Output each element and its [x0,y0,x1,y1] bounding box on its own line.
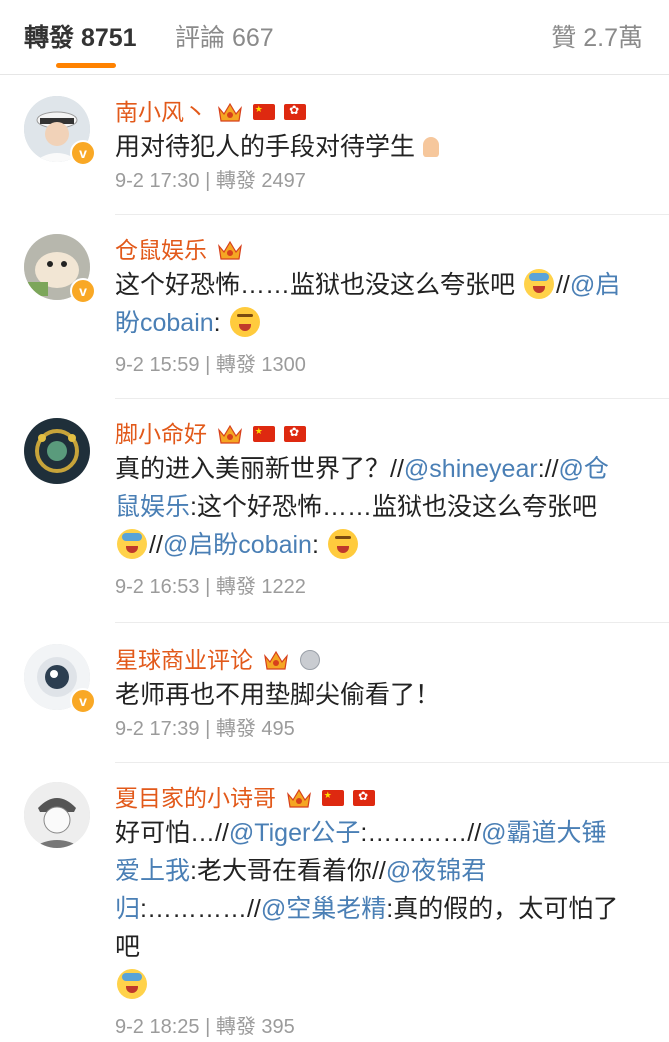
hongkong-flag-icon: ✿ [284,103,307,120]
sick-face-emoji-icon [523,269,554,299]
china-flag-icon: ★ [252,103,275,120]
vip-crown-icon [287,788,312,808]
comment-meta: 9-2 16:53 | 轉發 1222 [115,572,631,602]
divider [115,214,669,215]
comment-meta: 9-2 18:25 | 轉發 395 [115,1012,631,1042]
timestamp: 9-2 18:25 [115,1016,200,1038]
vip-crown-icon [218,424,243,444]
username[interactable]: 南小风丶 [115,99,207,125]
comment-meta: 9-2 15:59 | 轉發 1300 [115,350,631,380]
avatar-image [24,782,90,848]
comment-tabs: 轉發 8751 評論 667 贊 2.7萬 [0,0,669,75]
vip-crown-icon [264,650,289,670]
verified-badge: v [70,688,96,714]
username[interactable]: 夏目家的小诗哥 [115,785,276,811]
mention-link[interactable]: @启盼cobain [163,531,312,559]
mention-link[interactable]: @空巢老精 [261,895,386,923]
tab-repost[interactable]: 轉發 8751 [24,18,137,54]
tab-comment[interactable]: 評論 667 [175,18,274,54]
repost-count[interactable]: 轉發 1222 [216,576,306,598]
username[interactable]: 星球商业评论 [115,647,253,673]
avatar[interactable] [24,418,90,484]
angry-face-emoji-icon [229,307,260,337]
timestamp: 9-2 16:53 [115,576,200,598]
angry-face-emoji-icon [327,529,358,559]
repost-count[interactable]: 轉發 1300 [216,354,306,376]
hongkong-flag-icon: ✿ [284,425,307,442]
china-flag-icon: ★ [252,425,275,442]
username[interactable]: 仓鼠娱乐 [115,237,207,263]
comment-text: 老师再也不用垫脚尖偷看了！ [115,681,441,709]
pray-emoji-icon [417,131,445,161]
divider [115,398,669,399]
mention-link[interactable]: @shineyear [404,455,538,483]
mention-link[interactable]: @Tiger公子 [229,819,360,847]
hongkong-flag-icon: ✿ [353,789,376,806]
timestamp: 9-2 15:59 [115,354,200,376]
timestamp: 9-2 17:30 [115,170,200,192]
meta-separator: | [205,354,211,376]
timestamp: 9-2 17:39 [115,718,200,740]
avatar[interactable] [24,782,90,848]
active-tab-indicator [56,63,116,68]
comment-text: 这个好恐怖……监狱也没这么夸张吧 [115,271,516,299]
avatar-image [24,418,90,484]
username[interactable]: 脚小命好 [115,421,207,447]
meta-separator: | [205,170,211,192]
meta-separator: | [205,718,211,740]
repost-count[interactable]: 轉發 2497 [216,170,306,192]
verified-badge: v [70,140,96,166]
china-flag-icon: ★ [321,789,344,806]
repost-count[interactable]: 轉發 395 [216,1016,295,1038]
meta-separator: | [205,576,211,598]
verified-badge: v [70,278,96,304]
comment-text: 用对待犯人的手段对待学生 [115,133,416,161]
vip-crown-icon [218,240,243,260]
level-medal-icon [299,649,320,670]
vip-crown-icon [218,102,243,122]
comment-meta: 9-2 17:39 | 轉發 495 [115,714,631,744]
divider [115,622,669,623]
meta-separator: | [205,1016,211,1038]
tab-like[interactable]: 贊 2.7萬 [551,18,643,54]
sick-face-emoji-icon [117,529,147,559]
comment-meta: 9-2 17:30 | 轉發 2497 [115,166,631,196]
sick-face-emoji-icon [117,969,147,999]
repost-count[interactable]: 轉發 495 [216,718,295,740]
divider [115,762,669,763]
